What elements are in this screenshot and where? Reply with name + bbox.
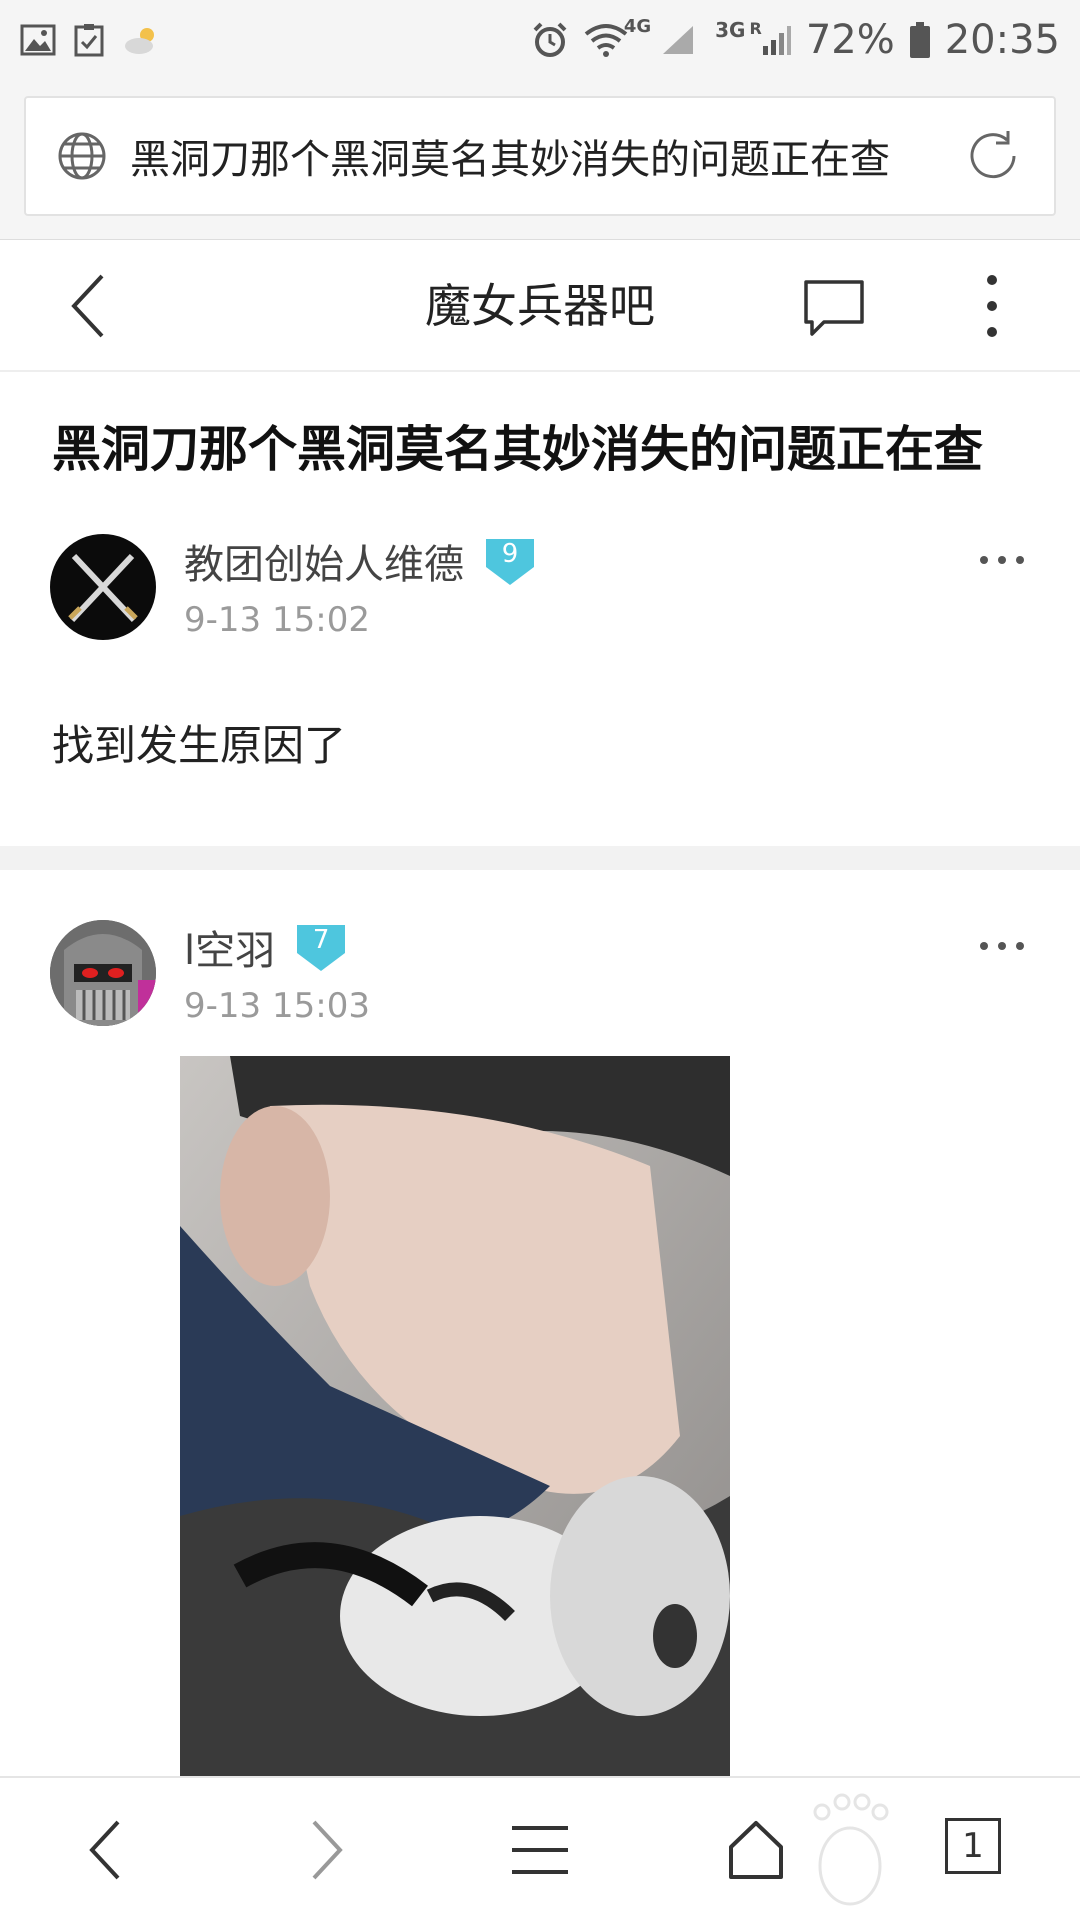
watermark-footprint-icon bbox=[800, 1788, 900, 1908]
more-horizontal-icon[interactable] bbox=[978, 938, 1026, 954]
username-row: l空羽 7 bbox=[184, 918, 349, 976]
post-time: 9-13 15:03 bbox=[184, 986, 370, 1026]
username-row: 教团创始人维德 9 bbox=[184, 532, 538, 590]
url-text[interactable]: 黑洞刀那个黑洞莫名其妙消失的问题正在查 bbox=[130, 127, 942, 185]
back-arrow-icon[interactable] bbox=[66, 1814, 146, 1886]
image-icon bbox=[20, 24, 56, 56]
wifi-icon: 4G bbox=[583, 16, 651, 58]
home-icon[interactable] bbox=[716, 1814, 796, 1886]
forum-title: 魔女兵器吧 bbox=[425, 279, 655, 333]
battery-icon bbox=[909, 21, 931, 59]
post-time: 9-13 15:02 bbox=[184, 600, 370, 640]
status-bar: 4G 3G R 72% 20:35 bbox=[0, 0, 1080, 80]
battery-percent: 72% bbox=[805, 17, 895, 63]
clock: 20:35 bbox=[944, 17, 1060, 63]
level-number: 9 bbox=[501, 539, 519, 569]
floor-divider bbox=[0, 846, 1080, 870]
level-badge: 7 bbox=[293, 921, 349, 973]
more-vertical-icon[interactable] bbox=[972, 270, 1012, 342]
avatar[interactable] bbox=[50, 920, 156, 1026]
level-number: 7 bbox=[312, 925, 330, 955]
post-image[interactable] bbox=[180, 1056, 730, 1776]
avatar[interactable] bbox=[50, 534, 156, 640]
browser-toolbar: 1 bbox=[0, 1776, 1080, 1920]
post-title: 黑洞刀那个黑洞莫名其妙消失的问题正在查 bbox=[52, 421, 984, 478]
network-4g-label: 4G bbox=[623, 16, 652, 37]
forum-header: 魔女兵器吧 bbox=[0, 240, 1080, 372]
roaming-label: R bbox=[749, 18, 762, 38]
username[interactable]: 教团创始人维德 bbox=[184, 532, 464, 590]
weather-icon bbox=[122, 25, 162, 55]
post-content: 找到发生原因了 bbox=[52, 721, 347, 770]
signal-bars-icon bbox=[762, 26, 791, 55]
task-icon bbox=[74, 23, 104, 57]
globe-icon bbox=[56, 130, 108, 182]
signal-icon bbox=[661, 24, 695, 56]
forward-arrow-icon[interactable] bbox=[286, 1814, 366, 1886]
username[interactable]: l空羽 bbox=[184, 918, 275, 976]
url-bar[interactable]: 黑洞刀那个黑洞莫名其妙消失的问题正在查 bbox=[24, 96, 1056, 216]
comment-icon[interactable] bbox=[802, 276, 866, 340]
refresh-icon[interactable] bbox=[962, 125, 1024, 187]
network-3g-label: 3G bbox=[715, 18, 746, 42]
more-horizontal-icon[interactable] bbox=[978, 552, 1026, 568]
level-badge: 9 bbox=[482, 535, 538, 587]
menu-icon[interactable] bbox=[500, 1814, 580, 1886]
browser-url-area: 黑洞刀那个黑洞莫名其妙消失的问题正在查 bbox=[0, 80, 1080, 240]
tabs-icon[interactable]: 1 bbox=[945, 1818, 1001, 1874]
alarm-icon bbox=[531, 21, 569, 59]
